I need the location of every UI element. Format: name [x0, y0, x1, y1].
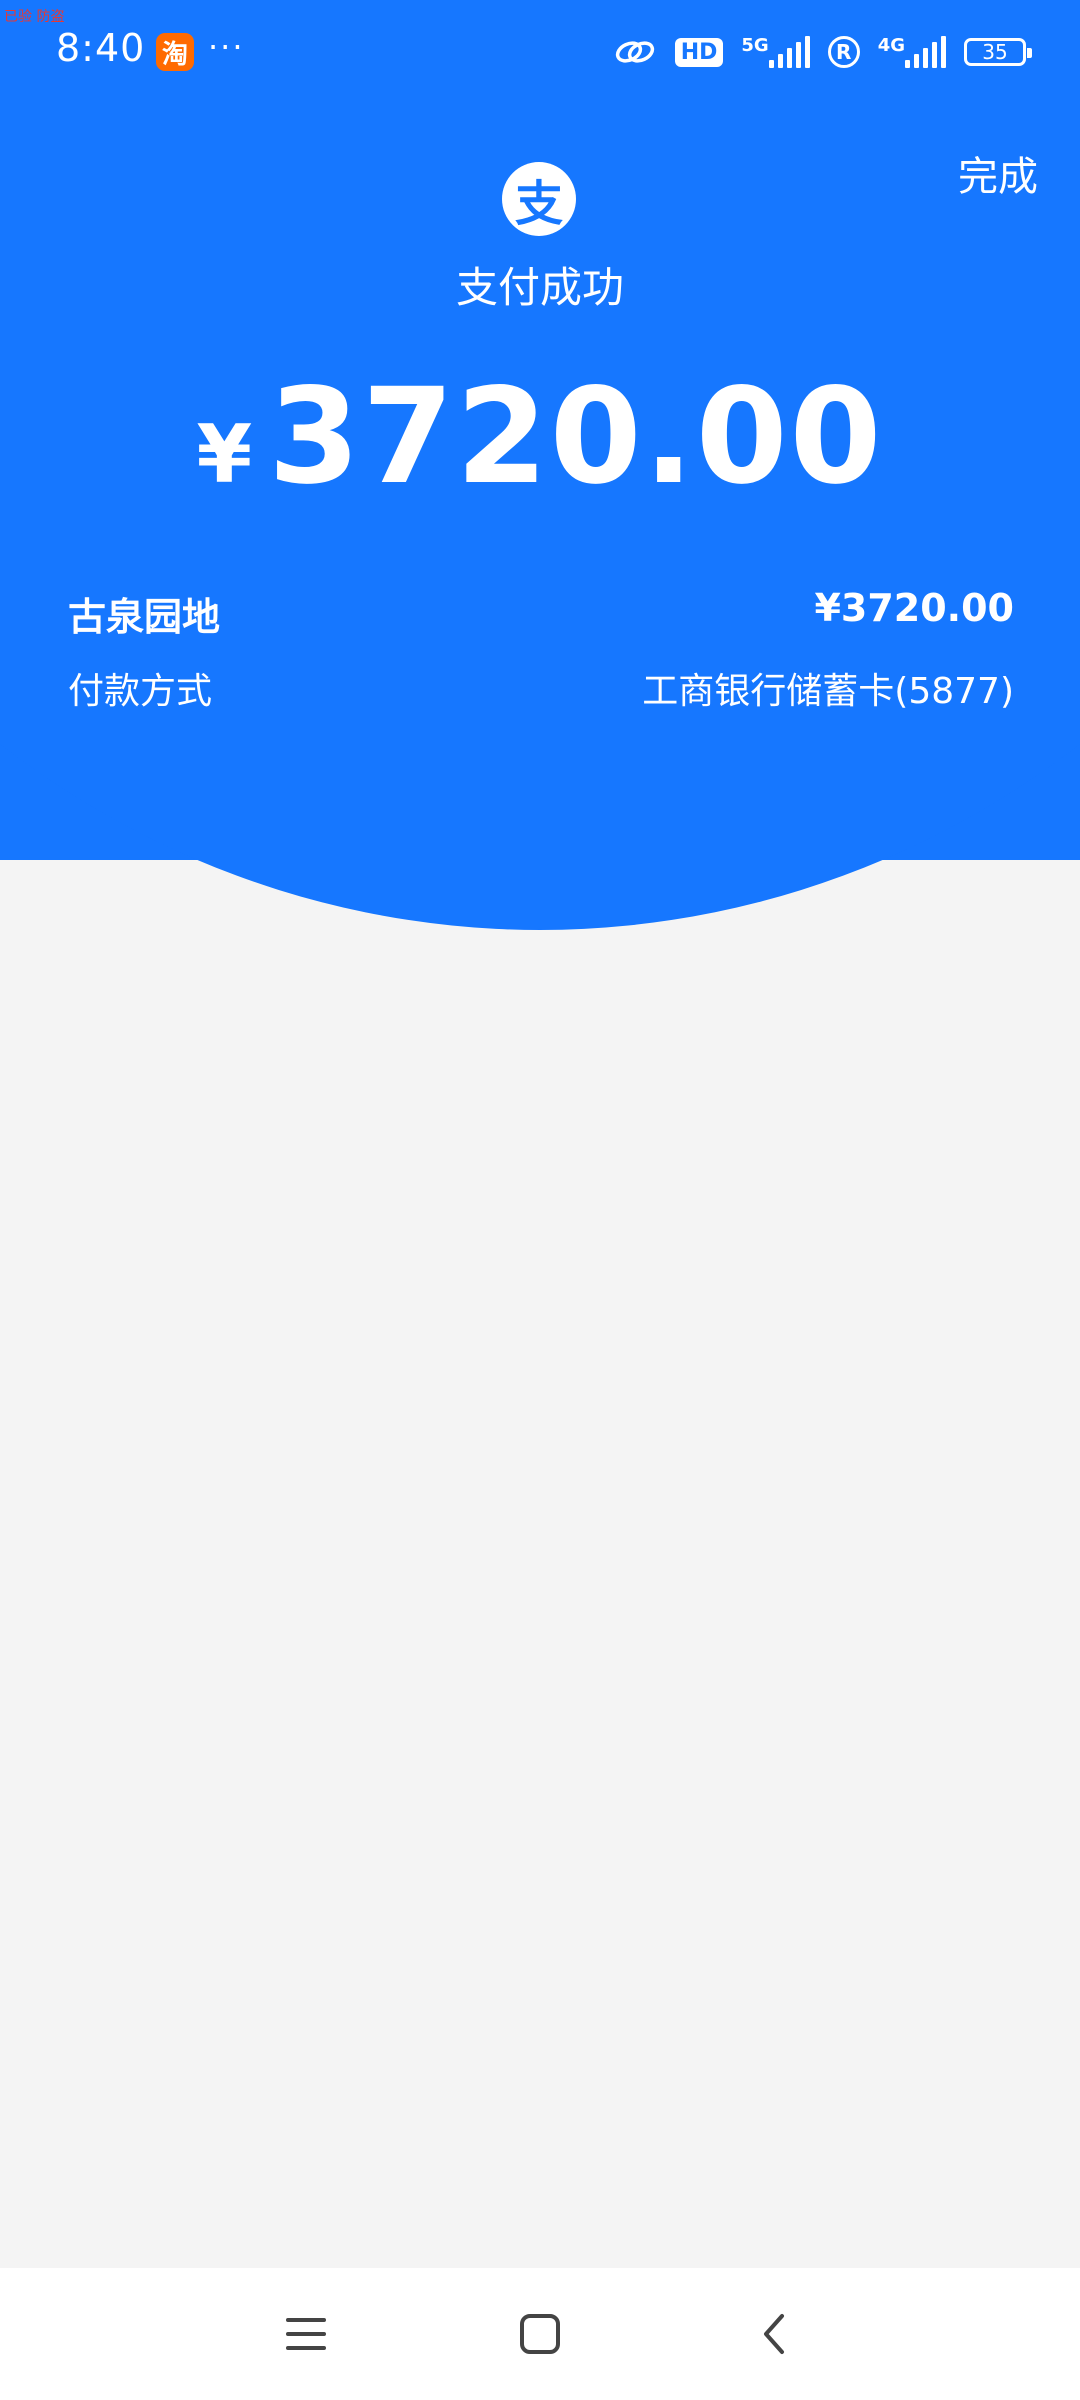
signal-4g: 4G [877, 35, 946, 68]
net-5g-label: 5G [741, 35, 769, 56]
payment-method-row: 付款方式 工商银行储蓄卡(5877) [68, 662, 1014, 714]
payment-amount: ¥ 3720.00 [0, 360, 1080, 514]
link-icon [615, 41, 654, 63]
page-title: 支付成功 [455, 263, 624, 312]
roaming-icon: R [827, 36, 860, 68]
done-button[interactable]: 完成 [958, 144, 1038, 202]
menu-icon[interactable] [274, 2302, 338, 2366]
signal-5g: 5G [741, 35, 810, 68]
merchant-name: 古泉园地 [68, 595, 221, 639]
signal-bars-icon [768, 36, 810, 68]
net-4g-label: 4G [877, 35, 905, 56]
signal-bars-icon [905, 36, 946, 68]
status-icons: HD 5G R 4G 35 [613, 30, 1032, 74]
more-notifications-icon: ··· [208, 28, 245, 66]
currency-symbol: ¥ [196, 408, 253, 501]
battery-icon: 35 [964, 38, 1032, 66]
hd-voice-icon: HD [674, 37, 724, 67]
payment-method-label: 付款方式 [68, 671, 213, 712]
status-bar: 已验 防盗 8:40 淘 ··· HD 5G R 4G 35 [0, 0, 1080, 110]
merchant-amount: ¥3720.00 [814, 586, 1014, 630]
system-nav-bar [0, 2268, 1080, 2400]
taobao-notification-icon: 淘 [156, 33, 194, 71]
alipay-logo-icon: 支 [502, 162, 576, 236]
back-icon[interactable] [742, 2302, 806, 2366]
security-badge: 已验 防盗 [4, 9, 65, 25]
payment-method-value: 工商银行储蓄卡(5877) [642, 671, 1014, 712]
amount-value: 3720.00 [268, 360, 884, 514]
merchant-row: 古泉园地 ¥3720.00 [68, 586, 1014, 641]
home-icon[interactable] [508, 2302, 572, 2366]
status-time: 8:40 [56, 26, 146, 70]
